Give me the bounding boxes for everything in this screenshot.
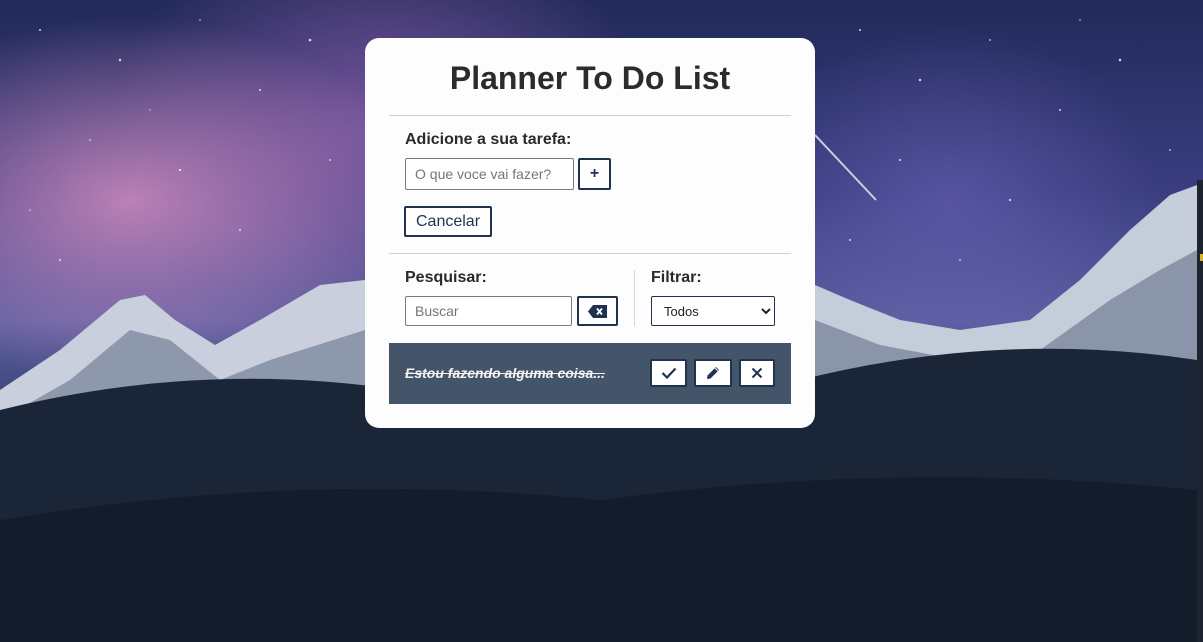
add-task-label: Adicione a sua tarefa: [405, 131, 572, 148]
clear-search-button[interactable] [577, 296, 618, 326]
close-icon [751, 367, 763, 379]
add-task-button[interactable]: + [578, 158, 611, 190]
cancel-button[interactable]: Cancelar [404, 206, 492, 237]
divider-middle [389, 253, 791, 254]
window-edge [1197, 180, 1203, 642]
check-icon [661, 367, 676, 379]
filter-label: Filtrar: [651, 269, 702, 286]
todo-item: Estou fazendo alguma coisa... [389, 343, 791, 404]
section-separator [634, 270, 635, 326]
todo-card: Planner To Do List Adicione a sua tarefa… [365, 38, 815, 428]
todo-text: Estou fazendo alguma coisa... [405, 365, 605, 381]
backspace-icon [588, 304, 607, 318]
task-input[interactable] [405, 158, 574, 190]
search-input[interactable] [405, 296, 572, 326]
finish-todo-button[interactable] [650, 359, 687, 387]
filter-select[interactable]: Todos [651, 296, 775, 326]
divider-top [389, 115, 791, 116]
page-title: Planner To Do List [449, 60, 731, 96]
search-label: Pesquisar: [405, 269, 487, 286]
edit-todo-button[interactable] [694, 359, 732, 387]
plus-icon: + [589, 165, 600, 182]
remove-todo-button[interactable] [739, 359, 775, 387]
pencil-icon [707, 367, 719, 379]
